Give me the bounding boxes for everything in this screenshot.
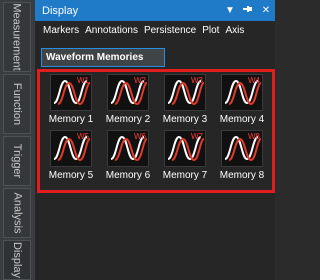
memory-tag: W8 (248, 132, 260, 141)
tab-function[interactable]: Function (3, 74, 31, 134)
memory-6-button[interactable]: W6 Memory 6 (103, 130, 153, 181)
tab-analysis-label: Analysis (11, 192, 23, 234)
memory-tag: W1 (77, 76, 89, 85)
menu-markers[interactable]: Markers (43, 25, 79, 36)
menu-axis[interactable]: Axis (225, 25, 244, 36)
menu-persistence[interactable]: Persistence (144, 25, 196, 36)
memory-label: Memory 7 (162, 170, 208, 181)
memory-tag: W5 (77, 132, 89, 141)
tab-display[interactable]: Display (3, 240, 31, 280)
waveform-icon: W6 (107, 130, 149, 167)
panel-title: Display (42, 4, 79, 17)
memory-label: Memory 2 (105, 114, 151, 125)
memory-tag: W3 (191, 76, 203, 85)
memory-2-button[interactable]: W2 Memory 2 (103, 74, 153, 125)
tab-trigger[interactable]: Trigger (3, 136, 31, 186)
memory-tag: W7 (191, 132, 203, 141)
memory-grid: W1 Memory 1 W2 Memory 2 W3 Memory 3 W4 M… (37, 69, 275, 193)
memory-7-button[interactable]: W7 Memory 7 (160, 130, 210, 181)
pin-icon[interactable] (239, 5, 257, 16)
memory-3-button[interactable]: W3 Memory 3 (160, 74, 210, 125)
memory-tag: W6 (134, 132, 146, 141)
panel-titlebar: Display ▼ ✕ (35, 0, 275, 21)
waveform-icon: W3 (164, 74, 206, 111)
waveform-icon: W7 (164, 130, 206, 167)
waveform-icon: W5 (50, 130, 92, 167)
menu-plot[interactable]: Plot (202, 25, 219, 36)
memory-label: Memory 3 (162, 114, 208, 125)
waveform-icon: W8 (221, 130, 263, 167)
memory-label: Memory 5 (48, 170, 94, 181)
tab-measurement[interactable]: Measurement (3, 2, 31, 72)
waveform-icon: W2 (107, 74, 149, 111)
memory-tag: W4 (248, 76, 260, 85)
memory-label: Memory 1 (48, 114, 94, 125)
side-tab-bar: Measurement Function Trigger Analysis Di… (0, 0, 36, 280)
waveform-memories-button[interactable]: Waveform Memories (41, 48, 165, 67)
memory-label: Memory 4 (219, 114, 265, 125)
menu-bar: Markers Annotations Persistence Plot Axi… (35, 21, 275, 39)
memory-label: Memory 6 (105, 170, 151, 181)
menu-annotations[interactable]: Annotations (85, 25, 138, 36)
tab-function-label: Function (11, 82, 24, 126)
memory-5-button[interactable]: W5 Memory 5 (46, 130, 96, 181)
memory-label: Memory 8 (219, 170, 265, 181)
tab-display-label: Display (11, 241, 24, 279)
memory-4-button[interactable]: W4 Memory 4 (217, 74, 267, 125)
memory-tag: W2 (134, 76, 146, 85)
memory-8-button[interactable]: W8 Memory 8 (217, 130, 267, 181)
memory-1-button[interactable]: W1 Memory 1 (46, 74, 96, 125)
waveform-icon: W1 (50, 74, 92, 111)
display-panel: Display ▼ ✕ Markers Annotations Persiste… (35, 0, 275, 280)
waveform-icon: W4 (221, 74, 263, 111)
tab-trigger-label: Trigger (11, 143, 23, 179)
tab-measurement-label: Measurement (11, 3, 24, 71)
close-icon[interactable]: ✕ (257, 5, 275, 16)
tab-analysis[interactable]: Analysis (3, 188, 31, 238)
dropdown-icon[interactable]: ▼ (221, 5, 239, 16)
